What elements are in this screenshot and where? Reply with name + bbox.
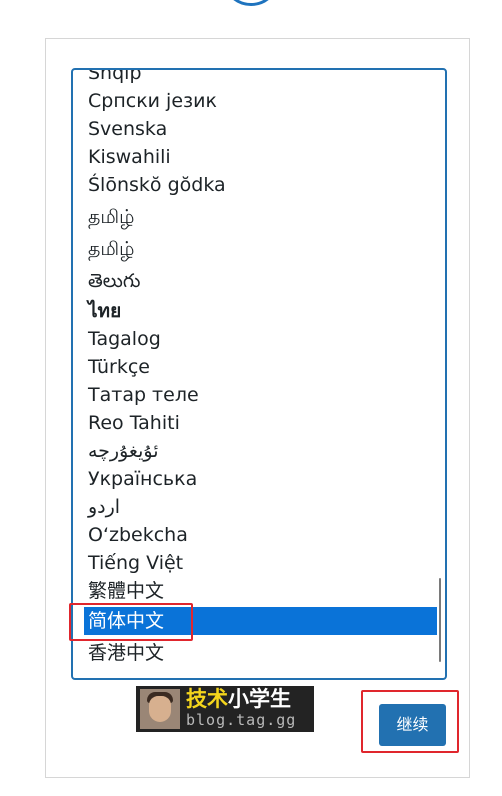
language-option-sw[interactable]: Kiswahili xyxy=(84,143,437,171)
list-scrollbar[interactable] xyxy=(439,578,441,662)
avatar-face xyxy=(149,696,171,722)
watermark-logo: 技术小学生 blog.tag.gg xyxy=(136,686,314,732)
watermark-title: 技术小学生 xyxy=(186,687,291,711)
wordpress-logo-icon xyxy=(222,0,280,6)
watermark-title-rest: 小学生 xyxy=(228,687,291,711)
setup-page: Shqip Српски језик Svenska Kiswahili Ślō… xyxy=(0,0,502,796)
language-option-ta-in[interactable]: தமிழ் xyxy=(84,203,437,231)
watermark-title-highlight: 技术 xyxy=(186,687,228,711)
language-option-sv[interactable]: Svenska xyxy=(84,115,437,143)
language-option-sq[interactable]: Shqip xyxy=(84,70,437,87)
language-option-zh-tw[interactable]: 繁體中文 xyxy=(84,577,437,605)
language-option-tah[interactable]: Reo Tahiti xyxy=(84,409,437,437)
language-option-th[interactable]: ไทย xyxy=(84,297,437,325)
avatar xyxy=(140,689,180,729)
language-select[interactable]: Shqip Српски језик Svenska Kiswahili Ślō… xyxy=(71,68,447,680)
language-option-ug[interactable]: ئۇيغۇرچە xyxy=(84,437,437,465)
language-option-te[interactable]: తెలుగు xyxy=(84,267,437,295)
language-option-tr[interactable]: Türkçe xyxy=(84,353,437,381)
language-option-ur[interactable]: اردو xyxy=(84,493,437,521)
watermark-subtitle: blog.tag.gg xyxy=(186,711,297,729)
language-option-ta-lk[interactable]: தமிழ் xyxy=(84,235,437,263)
language-option-sr[interactable]: Српски језик xyxy=(84,87,437,115)
language-list: Shqip Српски језик Svenska Kiswahili Ślō… xyxy=(73,70,445,678)
annotation-box-continue xyxy=(361,690,459,753)
language-option-tl[interactable]: Tagalog xyxy=(84,325,437,353)
language-option-zh-hk[interactable]: 香港中文 xyxy=(84,639,437,667)
language-option-szl[interactable]: Ślōnskŏ gŏdka xyxy=(84,171,437,199)
language-option-uz[interactable]: O‘zbekcha xyxy=(84,521,437,549)
annotation-box-selected-language xyxy=(69,603,193,641)
language-option-uk[interactable]: Українська xyxy=(84,465,437,493)
language-option-vi[interactable]: Tiếng Việt xyxy=(84,549,437,577)
language-option-tt[interactable]: Татар теле xyxy=(84,381,437,409)
